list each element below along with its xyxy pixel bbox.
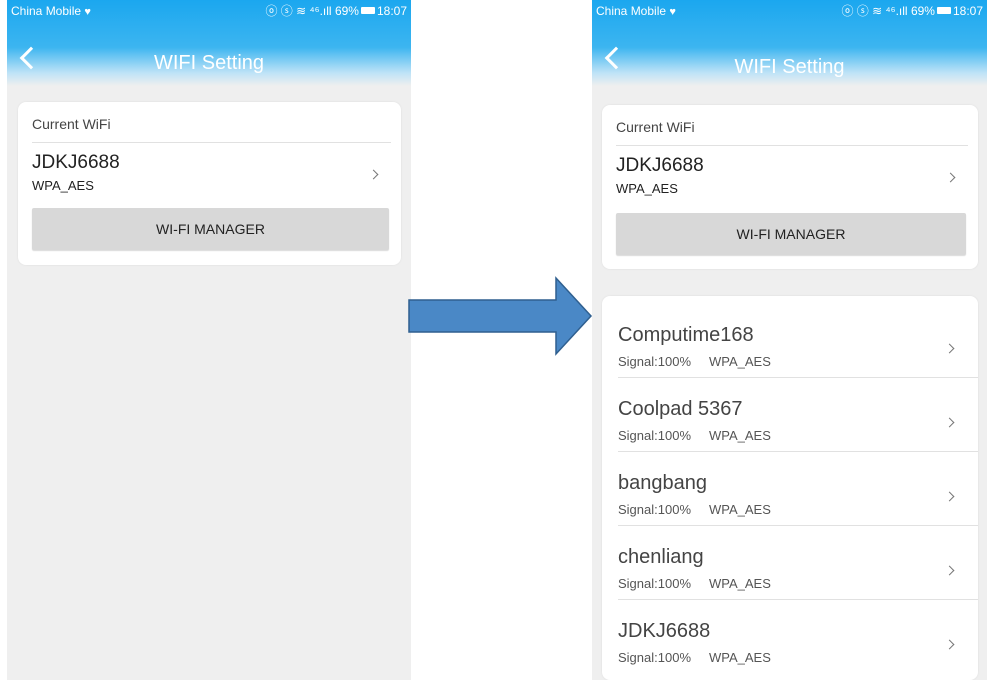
carrier-label: China Mobile ♥ <box>11 4 91 18</box>
wifi-meta: Signal:100% WPA_AES <box>618 576 771 591</box>
current-wifi-row[interactable]: JDKJ6688 WPA_AES <box>18 144 401 204</box>
transition-arrow <box>408 276 593 356</box>
current-wifi-card: Current WiFi JDKJ6688 WPA_AES WI-FI MANA… <box>602 105 978 269</box>
phone-screen-after: China Mobile ♥ ⓞ ⓢ ≋ ⁴⁶.ıll 69% 18:07 WIF… <box>592 0 987 680</box>
status-right: ⓞ ⓢ ≋ ⁴⁶.ıll 69% 18:07 <box>265 0 407 22</box>
chevron-right-icon <box>944 639 955 650</box>
current-wifi-row[interactable]: JDKJ6688 WPA_AES <box>602 147 978 207</box>
carrier-label: China Mobile ♥ <box>596 4 676 18</box>
phone-screen-before: China Mobile ♥ ⓞ ⓢ ≋ ⁴⁶.ıll 69% 18:07 WIF… <box>7 0 411 680</box>
wifi-list-item[interactable]: chenliang Signal:100% WPA_AES <box>602 526 978 600</box>
clock: 18:07 <box>376 4 407 18</box>
wifi-meta: Signal:100% WPA_AES <box>618 354 771 369</box>
wifi-ssid: Coolpad 5367 <box>618 398 743 420</box>
header-bar: China Mobile ♥ ⓞ ⓢ ≋ ⁴⁶.ıll 69% 18:07 WIF… <box>592 0 987 86</box>
current-wifi-ssid: JDKJ6688 <box>616 155 704 176</box>
status-right: ⓞ ⓢ ≋ ⁴⁶.ıll 69% 18:07 <box>841 0 983 22</box>
header-bar: China Mobile ♥ ⓞ ⓢ ≋ ⁴⁶.ıll 69% 18:07 WIF… <box>7 0 411 86</box>
wifi-list-item[interactable]: bangbang Signal:100% WPA_AES <box>602 452 978 526</box>
battery-icon <box>360 7 375 15</box>
wifi-meta: Signal:100% WPA_AES <box>618 428 771 443</box>
wifi-list-item[interactable]: Coolpad 5367 Signal:100% WPA_AES <box>602 378 978 452</box>
chevron-right-icon <box>944 417 955 428</box>
current-wifi-security: WPA_AES <box>616 181 678 196</box>
chevron-right-icon <box>944 565 955 576</box>
current-wifi-security: WPA_AES <box>32 178 94 193</box>
battery-percent: 69% <box>334 4 359 18</box>
wifi-list-item[interactable]: Computime168 Signal:100% WPA_AES <box>602 304 978 378</box>
status-bar: China Mobile ♥ ⓞ ⓢ ≋ ⁴⁶.ıll 69% 18:07 <box>7 0 411 22</box>
chevron-right-icon <box>944 491 955 502</box>
current-wifi-label: Current WiFi <box>32 116 111 132</box>
wifi-manager-button[interactable]: WI-FI MANAGER <box>616 213 966 255</box>
wifi-ssid: chenliang <box>618 546 704 568</box>
heart-icon: ♥ <box>84 6 91 18</box>
page-title: WIFI Setting <box>153 52 265 74</box>
battery-icon <box>936 7 951 15</box>
status-icons: ⓞ ⓢ ≋ ⁴⁶.ıll <box>841 4 908 18</box>
chevron-right-icon <box>945 172 956 183</box>
clock: 18:07 <box>952 4 983 18</box>
divider <box>616 145 968 146</box>
wifi-ssid: Computime168 <box>618 324 754 346</box>
current-wifi-label: Current WiFi <box>616 119 695 135</box>
wifi-ssid: JDKJ6688 <box>618 620 711 642</box>
battery-percent: 69% <box>910 4 935 18</box>
current-wifi-ssid: JDKJ6688 <box>32 152 120 173</box>
divider <box>32 142 391 143</box>
heart-icon: ♥ <box>669 6 676 18</box>
page-title: WIFI Setting <box>734 56 845 78</box>
wifi-list-item[interactable]: JDKJ6688 Signal:100% WPA_AES <box>602 600 978 674</box>
wifi-manager-button[interactable]: WI-FI MANAGER <box>32 208 389 250</box>
status-bar: China Mobile ♥ ⓞ ⓢ ≋ ⁴⁶.ıll 69% 18:07 <box>592 0 987 22</box>
chevron-right-icon <box>368 169 379 180</box>
wifi-meta: Signal:100% WPA_AES <box>618 650 771 665</box>
chevron-right-icon <box>944 343 955 354</box>
wifi-ssid: bangbang <box>618 472 707 494</box>
wifi-network-list: Computime168 Signal:100% WPA_AES Coolpad … <box>602 296 978 680</box>
current-wifi-card: Current WiFi JDKJ6688 WPA_AES WI-FI MANA… <box>18 102 401 265</box>
status-icons: ⓞ ⓢ ≋ ⁴⁶.ıll <box>265 4 332 18</box>
wifi-meta: Signal:100% WPA_AES <box>618 502 771 517</box>
